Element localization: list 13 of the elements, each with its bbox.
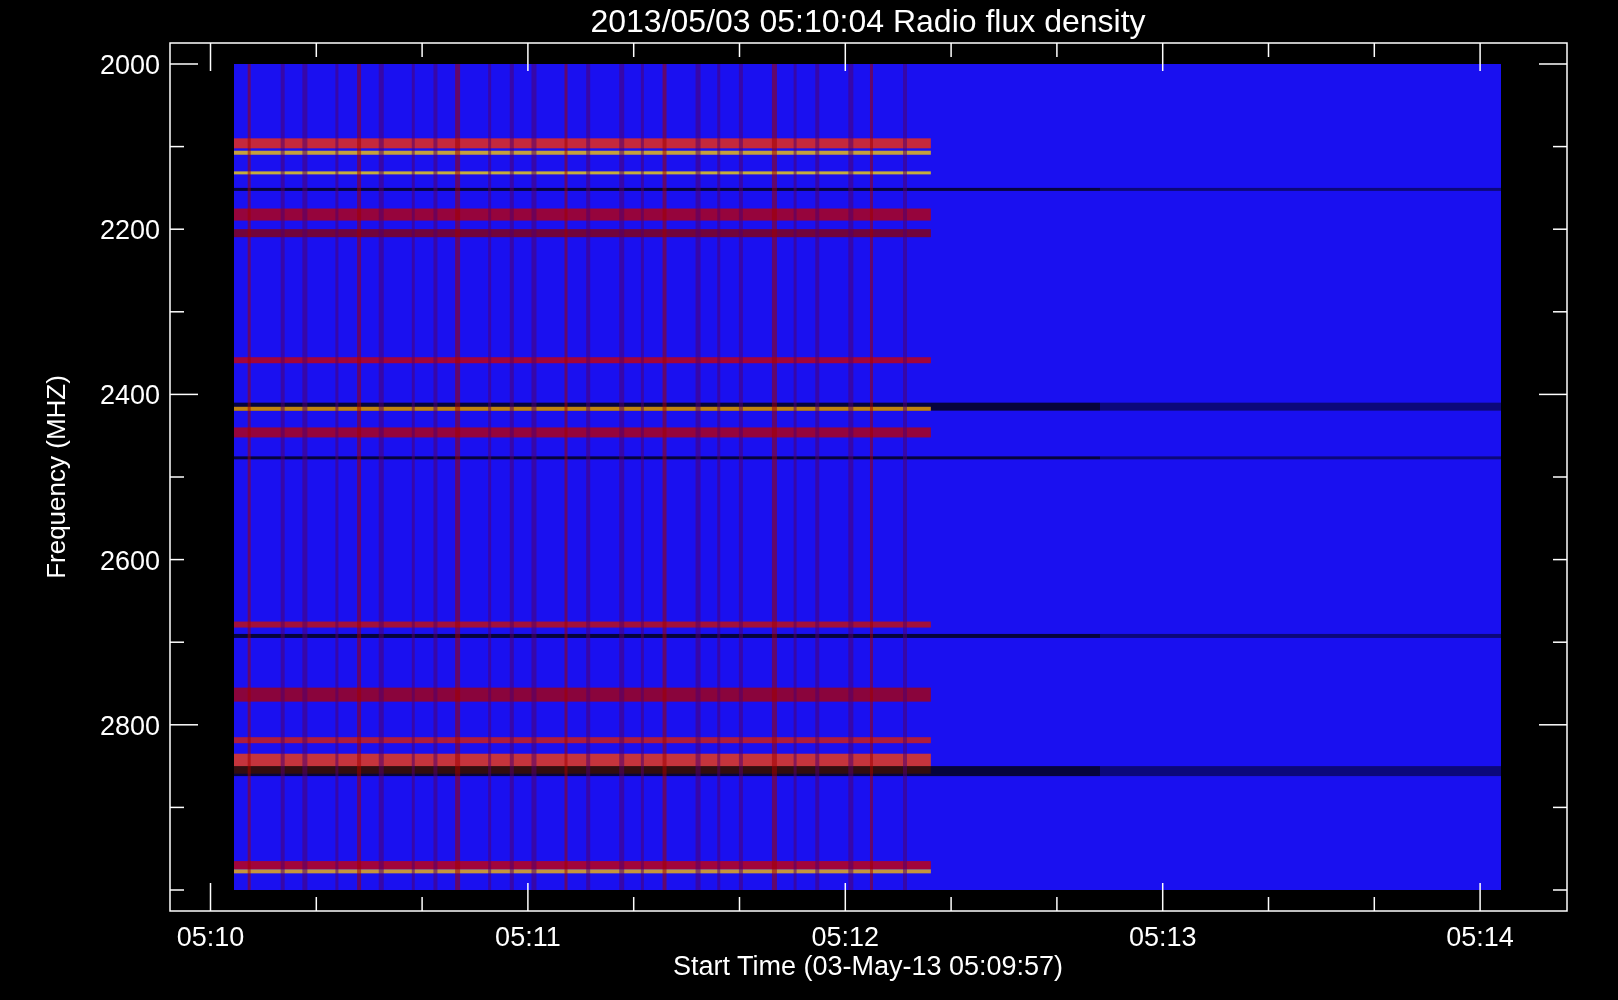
x-tick-label: 05:11 [495,922,561,952]
x-tick-label: 05:13 [1128,922,1197,952]
x-axis-label: Start Time (03-May-13 05:09:57) [672,951,1064,981]
y-tick-label: 2800 [99,710,160,741]
y-tick-label: 2600 [99,545,160,576]
y-tick-label: 2000 [99,50,160,80]
x-tick-label: 05:10 [176,922,245,952]
x-tick-label: 05:14 [1446,922,1514,952]
y-tick-label: 2400 [99,380,160,411]
y-axis-label: Frequency (MHZ) [41,375,71,579]
y-tick-label: 2200 [99,215,160,246]
x-tick-label: 05:12 [811,922,880,952]
chart-title: 2013/05/03 05:10:04 Radio flux density [590,3,1146,39]
